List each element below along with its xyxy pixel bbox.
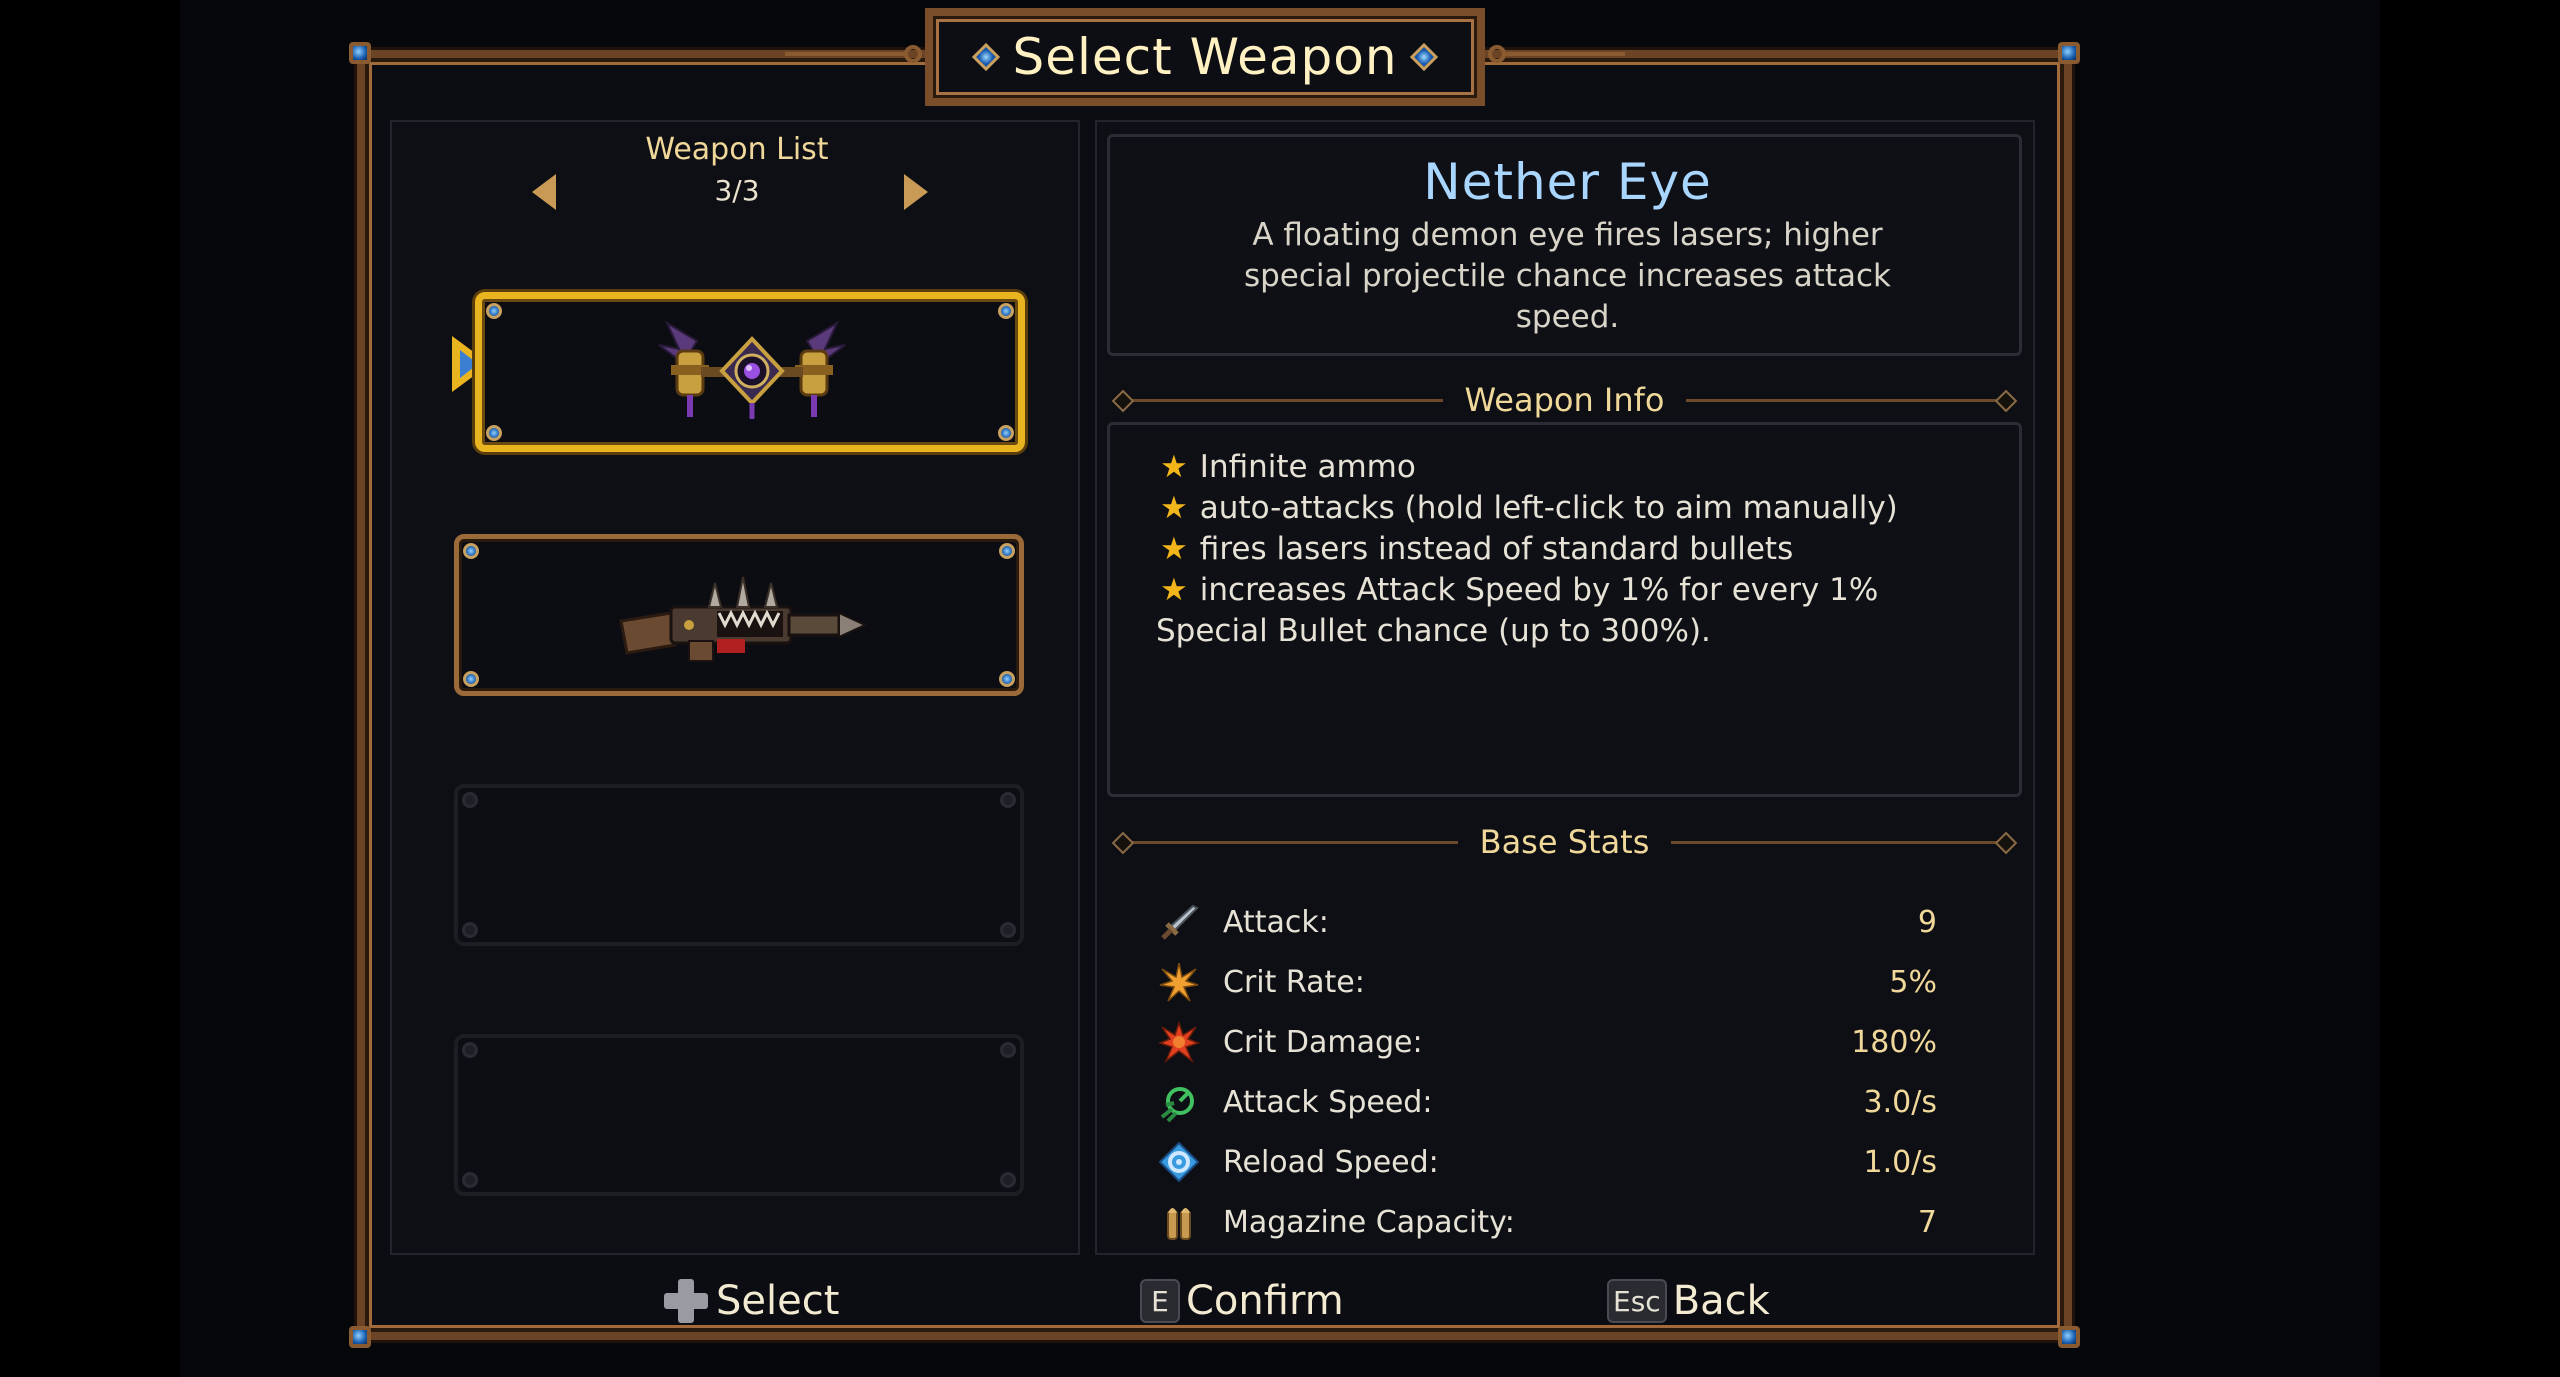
stat-row-crit-damage: Crit Damage: 180% <box>1157 1017 1937 1067</box>
weapon-slot-empty[interactable] <box>454 784 1024 946</box>
weapon-slot-spiked-gun[interactable] <box>454 534 1024 696</box>
slot-gem-icon <box>999 543 1015 559</box>
slot-gem-icon <box>462 922 478 938</box>
slot-gem-icon <box>1000 1042 1016 1058</box>
key-esc: Esc <box>1607 1279 1667 1323</box>
key-e: E <box>1140 1279 1180 1323</box>
stat-row-attack-speed: Attack Speed: 3.0/s <box>1157 1077 1937 1127</box>
title-ornament-left <box>785 45 922 63</box>
slot-gem-icon <box>1000 922 1016 938</box>
stat-label: Attack: <box>1223 904 1329 940</box>
nether-eye-icon <box>658 321 846 419</box>
weapon-slot-empty[interactable] <box>454 1034 1024 1196</box>
slot-gem-icon <box>463 543 479 559</box>
stat-row-attack: Attack: 9 <box>1157 897 1937 947</box>
star-icon: ★ <box>1160 449 1188 485</box>
weapon-info-list: ★ Infinite ammo ★ auto-attacks (hold left-… <box>1156 447 1980 652</box>
slot-gem-icon <box>999 671 1015 687</box>
back-label: Back <box>1672 1278 1770 1324</box>
slot-gem-icon <box>998 425 1014 441</box>
stat-value: 3.0/s <box>1863 1084 1937 1120</box>
gem-icon <box>972 42 1001 72</box>
list-item-continuation: Special Bullet chance (up to 300%). <box>1156 613 1711 649</box>
stat-value: 5% <box>1889 964 1937 1000</box>
control-hints-bar: Select E Confirm Esc Back <box>357 1262 2072 1340</box>
select-label: Select <box>716 1278 840 1324</box>
dpad-icon <box>662 1277 710 1325</box>
divider <box>1686 398 2008 402</box>
list-item: ★ Infinite ammo <box>1160 449 1416 485</box>
slot-gem-icon <box>998 303 1014 319</box>
divider <box>1121 840 1458 844</box>
stat-label: Reload Speed: <box>1223 1144 1439 1180</box>
attack-speed-icon <box>1157 1080 1201 1124</box>
list-item: ★ increases Attack Speed by 1% for every … <box>1160 572 1879 608</box>
reload-speed-icon <box>1157 1140 1201 1184</box>
divider <box>1671 840 2008 844</box>
corner-gem-icon <box>349 42 371 64</box>
slot-gem-icon <box>462 1042 478 1058</box>
weapon-info-header: Weapon Info <box>1107 380 2022 420</box>
prev-page-arrow-icon[interactable] <box>532 174 556 210</box>
weapon-slot-nether-eye[interactable] <box>475 292 1025 452</box>
stat-value: 7 <box>1917 1204 1937 1240</box>
spiked-gun-icon <box>619 576 868 662</box>
weapon-info-box: ★ Infinite ammo ★ auto-attacks (hold left-… <box>1107 422 2022 797</box>
weapon-description: A floating demon eye fires lasers; highe… <box>1243 217 1892 335</box>
slot-gem-icon <box>486 303 502 319</box>
slot-gem-icon <box>462 1172 478 1188</box>
stat-label: Crit Damage: <box>1223 1024 1423 1060</box>
page-title: Select Weapon <box>1012 28 1398 86</box>
slot-gem-icon <box>1000 1172 1016 1188</box>
slot-gem-icon <box>463 671 479 687</box>
stat-row-reload-speed: Reload Speed: 1.0/s <box>1157 1137 1937 1187</box>
star-icon: ★ <box>1160 490 1188 526</box>
star-icon: ★ <box>1160 531 1188 567</box>
stat-value: 180% <box>1851 1024 1937 1060</box>
base-stats-list: Attack: 9 Crit Rate: 5% Crit Damage: 180… <box>1107 847 2022 1247</box>
magazine-icon <box>1157 1200 1201 1244</box>
slot-gem-icon <box>462 792 478 808</box>
corner-gem-icon <box>2058 42 2080 64</box>
weapon-list-page: 3/3 <box>714 174 760 207</box>
confirm-label: Confirm <box>1186 1278 1344 1324</box>
gem-icon <box>1409 42 1438 72</box>
weapon-info-title: Weapon Info <box>1464 381 1665 419</box>
stat-label: Attack Speed: <box>1223 1084 1433 1120</box>
weapon-details-panel: Nether Eye A floating demon eye fires la… <box>1095 120 2035 1255</box>
stat-value: 9 <box>1917 904 1937 940</box>
weapon-list-panel: Weapon List 3/3 <box>390 120 1080 1255</box>
stat-value: 1.0/s <box>1863 1144 1937 1180</box>
title-ornament-right <box>1488 45 1625 63</box>
stat-row-crit-rate: Crit Rate: 5% <box>1157 957 1937 1007</box>
stat-label: Crit Rate: <box>1223 964 1365 1000</box>
sword-icon <box>1157 900 1201 944</box>
stat-row-magazine-capacity: Magazine Capacity: 7 <box>1157 1197 1937 1247</box>
list-item: ★ fires lasers instead of standard bullet… <box>1160 531 1794 567</box>
next-page-arrow-icon[interactable] <box>904 174 928 210</box>
slot-gem-icon <box>1000 792 1016 808</box>
back-button[interactable]: Esc Back <box>1607 1262 1770 1340</box>
confirm-button[interactable]: E Confirm <box>1140 1262 1344 1340</box>
weapon-name: Nether Eye <box>1423 153 1712 211</box>
crit-rate-icon <box>1157 960 1201 1004</box>
stat-label: Magazine Capacity: <box>1223 1204 1515 1240</box>
weapon-list-title: Weapon List <box>645 132 829 167</box>
list-item: ★ auto-attacks (hold left-click to aim ma… <box>1160 490 1898 526</box>
divider <box>1121 398 1443 402</box>
weapon-description-box: Nether Eye A floating demon eye fires la… <box>1107 134 2022 356</box>
slot-gem-icon <box>486 425 502 441</box>
crit-damage-icon <box>1157 1020 1201 1064</box>
select-hint[interactable]: Select <box>662 1262 839 1340</box>
title-plate: Select Weapon <box>925 8 1485 106</box>
star-icon: ★ <box>1160 572 1188 608</box>
